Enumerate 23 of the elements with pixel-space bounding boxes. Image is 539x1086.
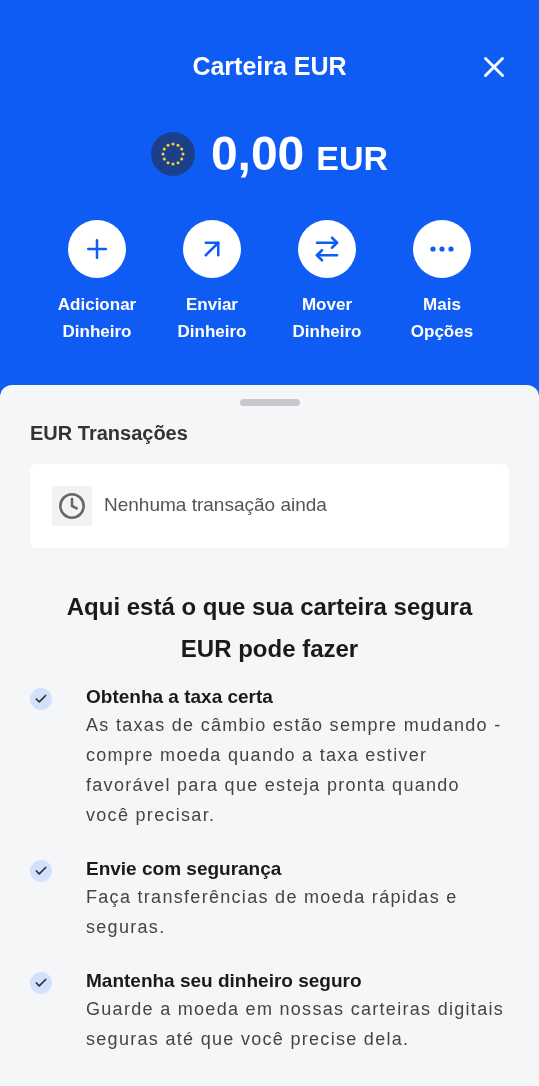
feature-description: As taxas de câmbio estão sempre mudando - compre moeda quando a taxa estiver favorável para que esteja pronta quando você precisar.: [86, 713, 503, 827]
window-title: Carteira EUR: [192, 51, 347, 82]
feature-description: Guarde a moeda em nossas carteiras digitais seguras até que você precise dela.: [86, 997, 506, 1051]
dots-icon: [430, 245, 454, 252]
section-title: EUR Transações: [30, 420, 189, 446]
action-button[interactable]: Enviar Dinheiro: [154, 219, 270, 345]
balance-currency: EUR: [316, 137, 389, 179]
drag-handle[interactable]: [239, 398, 300, 406]
feature-title: Envie com segurança: [86, 856, 283, 881]
feature-title: Obtenha a taxa certa: [86, 684, 274, 709]
check-icon: [30, 971, 52, 994]
feature-title: Mantenha seu dinheiro seguro: [86, 968, 363, 993]
action-button[interactable]: Mais Opções: [384, 219, 500, 345]
action-button[interactable]: Adicionar Dinheiro: [39, 219, 155, 345]
clock-icon: [58, 491, 86, 520]
euro-flag-icon: [150, 131, 195, 176]
action-button[interactable]: Mover Dinheiro: [269, 219, 385, 345]
check-icon: [30, 859, 52, 882]
balance-amount: 0,00: [210, 125, 305, 182]
empty-message: Nenhuma transação ainda: [104, 493, 327, 518]
features-heading: Aqui está o que sua carteira segura EUR pode fazer: [65, 591, 474, 664]
feature-description: Faça transferências de moeda rápidas e seguras.: [86, 885, 459, 939]
check-icon: [30, 687, 52, 710]
